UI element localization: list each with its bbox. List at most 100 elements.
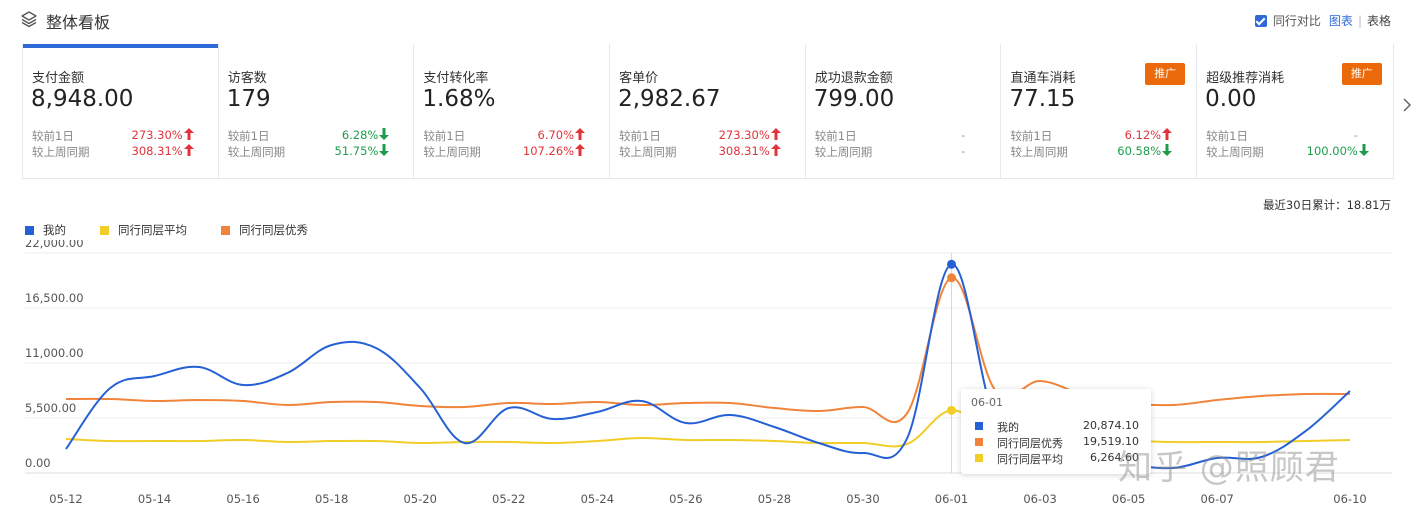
chevron-right-icon[interactable] <box>1401 96 1413 114</box>
compare-week-value: 60.58% <box>1117 144 1162 158</box>
arrow-up-icon <box>183 144 194 156</box>
legend-label: 同行同层平均 <box>118 223 187 237</box>
tooltip-series-name: 同行同层优秀 <box>997 437 1063 450</box>
promote-badge-button[interactable]: 推广 <box>1145 63 1186 85</box>
x-tick-label: 05-20 <box>403 492 436 506</box>
metric-value: 8,948.00 <box>31 86 134 112</box>
compare-day-label: 较前1日 <box>619 129 661 143</box>
compare-checkbox[interactable] <box>1254 14 1267 27</box>
x-tick-label: 05-16 <box>226 492 259 506</box>
arrow-up-icon <box>1162 128 1173 140</box>
y-tick-label: 11,000.00 <box>25 346 84 360</box>
compare-week-label: 较上周同期 <box>619 145 677 159</box>
compare-week-label: 较上周同期 <box>32 145 90 159</box>
view-chart-link[interactable]: 图表 <box>1329 12 1353 29</box>
view-separator: | <box>1357 13 1362 28</box>
metric-value: 1.68% <box>422 86 496 112</box>
arrow-up-icon <box>770 144 781 156</box>
legend-item[interactable]: 同行同层平均 <box>100 222 187 238</box>
compare-week-value: 100.00% <box>1306 144 1358 158</box>
arrow-up-icon <box>183 128 194 140</box>
y-tick-label: 16,500.00 <box>25 291 84 305</box>
metric-card[interactable]: 支付转化率 1.68% 较前1日 较上周同期 6.70% 107.26% <box>414 44 611 178</box>
series-point <box>947 259 957 269</box>
x-tick-label: 05-28 <box>758 492 791 506</box>
metric-value: 179 <box>226 86 271 112</box>
tooltip-row: 我的 20,874.10 <box>971 419 1143 434</box>
legend-swatch <box>100 225 109 235</box>
y-tick-label: 22,000.00 <box>25 240 84 250</box>
tooltip-series-name: 我的 <box>997 421 1019 434</box>
promote-badge-button[interactable]: 推广 <box>1341 63 1382 85</box>
arrow-up-icon <box>770 128 781 140</box>
metric-card[interactable]: 客单价 2,982.67 较前1日较上周同期 273.30% 308.31% <box>610 44 806 178</box>
chart-legend: 我的 同行同层平均 同行同层优秀 <box>25 222 342 238</box>
compare-day-label: 较前1日 <box>814 129 857 143</box>
tooltip-series-value: 20,874.10 <box>1083 419 1139 432</box>
tooltip-swatch <box>975 438 983 446</box>
arrow-up-icon <box>575 144 586 156</box>
metric-label: 超级推荐消耗 <box>1206 71 1285 86</box>
compare-day-label: 较前1日 <box>1206 129 1248 143</box>
x-tick-label: 05-22 <box>492 492 525 506</box>
compare-day-label: 较前1日 <box>1010 129 1053 143</box>
legend-item[interactable]: 同行同层优秀 <box>221 222 308 238</box>
x-tick-label: 05-26 <box>669 492 702 506</box>
metric-value: 799.00 <box>813 86 895 112</box>
series-line <box>65 263 1351 470</box>
metric-value: 2,982.67 <box>618 86 721 112</box>
compare-label[interactable]: 同行对比 <box>1273 12 1321 29</box>
compare-day-value: 6.12% <box>1124 128 1162 142</box>
legend-label: 我的 <box>43 223 66 237</box>
page-title: 整体看板 <box>46 13 111 32</box>
legend-label: 同行同层优秀 <box>239 223 308 237</box>
series-point <box>947 405 957 415</box>
compare-day-value: 6.28% <box>341 128 379 142</box>
arrow-down-icon <box>1162 144 1173 156</box>
series-point <box>947 273 957 283</box>
compare-day-value: 273.30% <box>718 128 770 142</box>
dashboard-header: 整体看板 同行对比 图表 | 表格 <box>0 0 1415 40</box>
metric-label: 直通车消耗 <box>1010 71 1076 86</box>
x-tick-label: 05-30 <box>846 492 879 506</box>
x-tick-label: 06-01 <box>935 492 968 506</box>
compare-week-label: 较上周同期 <box>227 145 286 159</box>
legend-item[interactable]: 我的 <box>25 222 66 238</box>
arrow-up-icon <box>575 128 586 140</box>
metric-card[interactable]: 超级推荐消耗 0.00 较前1日 较上周同期 - 100.00% 推广 <box>1197 44 1393 178</box>
metric-label: 客单价 <box>619 71 659 86</box>
metric-label: 成功退款金额 <box>814 71 893 86</box>
arrow-down-icon <box>1358 144 1369 156</box>
compare-day-value: 6.70% <box>537 128 575 142</box>
y-tick-label: 5,500.00 <box>25 401 76 415</box>
metric-label: 支付转化率 <box>423 71 489 86</box>
compare-week-label: 较上周同期 <box>1010 145 1068 159</box>
compare-day-label: 较前1日 <box>423 129 466 143</box>
tooltip-date: 06-01 <box>971 396 1003 409</box>
tooltip-series-name: 同行同层平均 <box>997 453 1063 466</box>
tooltip-swatch <box>975 422 983 430</box>
monthly-total: 最近30日累计：18.81万 <box>1262 198 1391 212</box>
compare-week-label: 较上周同期 <box>814 145 873 159</box>
arrow-down-icon <box>379 128 390 140</box>
compare-week-value: - <box>961 144 966 158</box>
metric-card[interactable]: 直通车消耗 77.15 较前1日 较上周同期 6.12% 60.58% 推广 <box>1001 44 1198 178</box>
compare-week-label: 较上周同期 <box>1206 145 1264 159</box>
metric-label: 支付金额 <box>32 71 85 86</box>
compare-day-label: 较前1日 <box>32 129 74 143</box>
x-tick-label: 06-10 <box>1333 492 1366 506</box>
tooltip-swatch <box>975 454 983 462</box>
compare-week-value: 308.31% <box>718 144 770 158</box>
compare-day-label: 较前1日 <box>227 129 270 143</box>
metric-card[interactable]: 支付金额 8,948.00 较前1日 较上周同期 273.30% 308.31% <box>23 44 219 178</box>
compare-day-value: - <box>1353 128 1358 142</box>
x-tick-label: 06-05 <box>1112 492 1145 506</box>
metric-card[interactable]: 成功退款金额 799.00 较前1日 较上周同期 - - <box>806 44 1002 178</box>
metric-label: 访客数 <box>227 71 267 86</box>
metric-card[interactable]: 访客数 179 较前1日 较上周同期 6.28% 51.75% <box>219 44 415 178</box>
layers-icon <box>21 11 37 28</box>
view-table-link[interactable]: 表格 <box>1367 12 1391 29</box>
view-controls: 同行对比 图表 | 表格 <box>1254 12 1391 29</box>
arrow-down-icon <box>379 144 390 156</box>
legend-swatch <box>25 225 34 235</box>
